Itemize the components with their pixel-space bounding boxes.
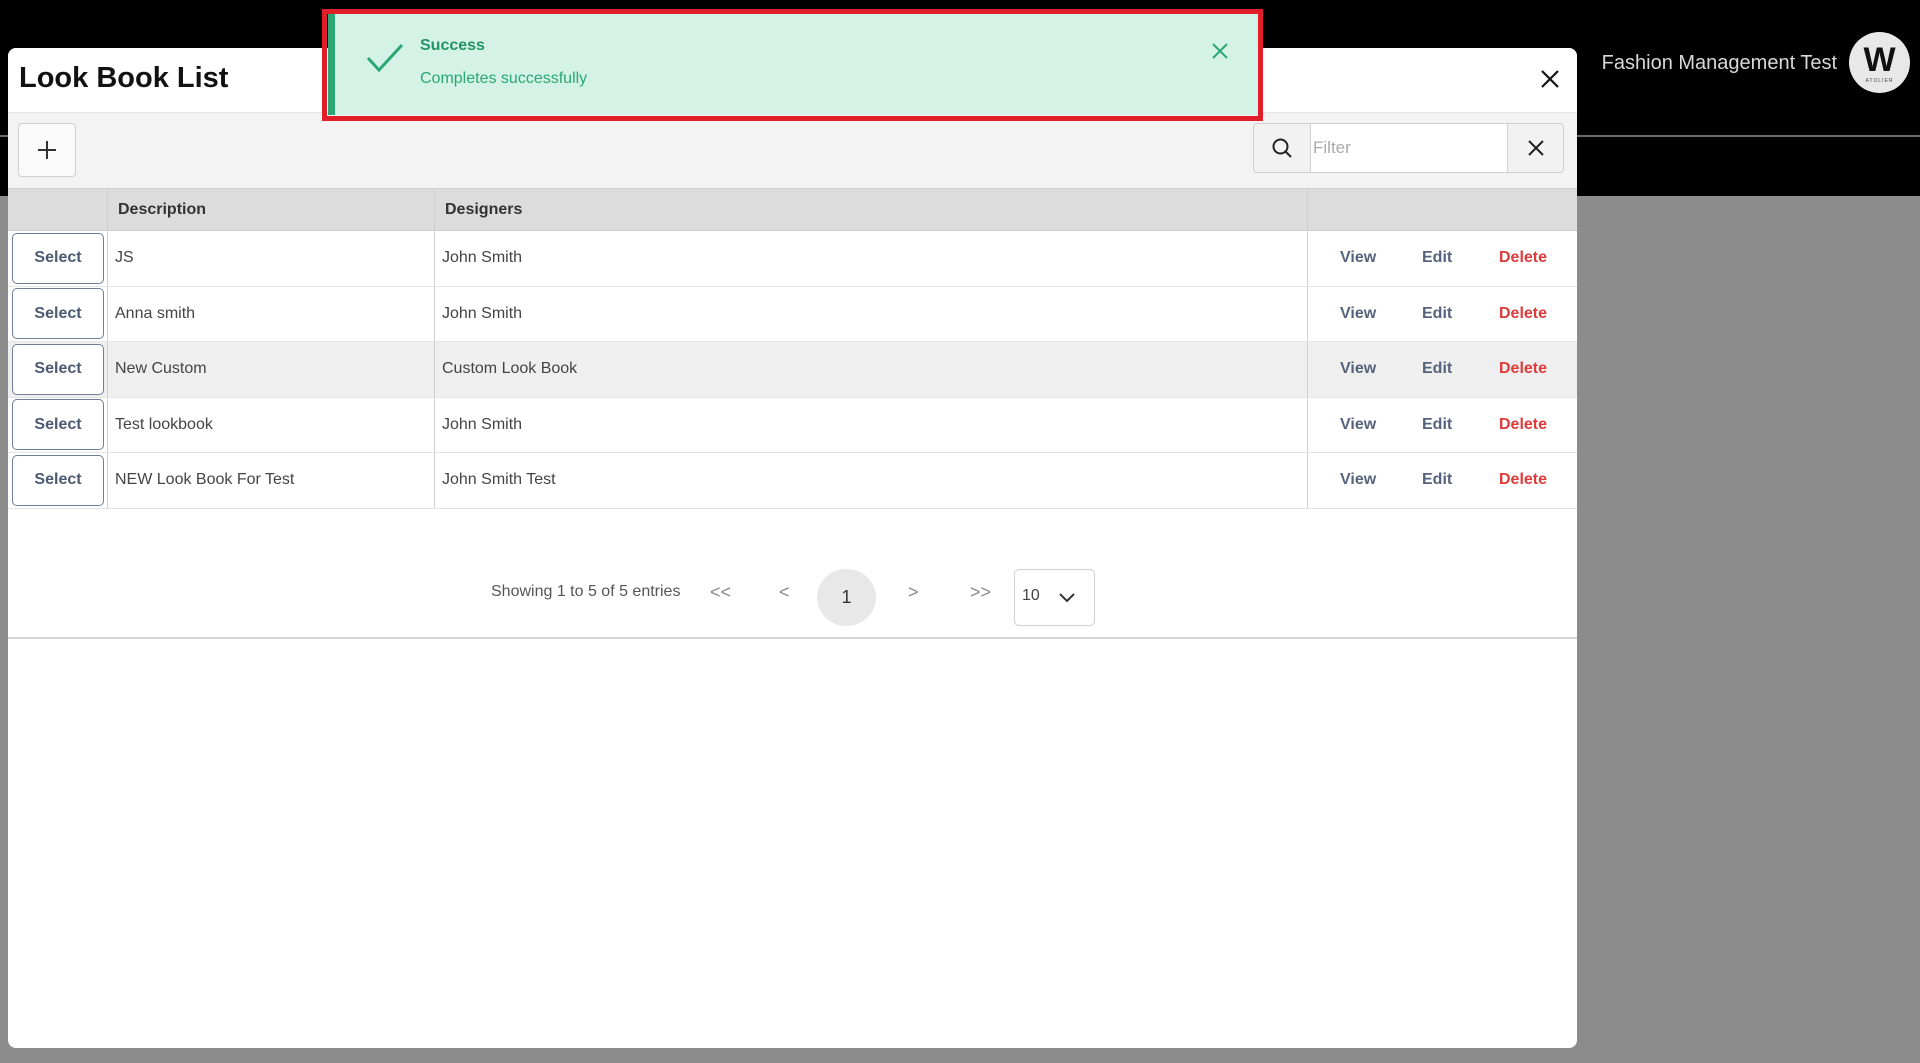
avatar[interactable]: W ATOLIER: [1849, 32, 1910, 93]
chevron-down-icon: [1059, 593, 1075, 603]
avatar-caption: ATOLIER: [1865, 78, 1894, 84]
add-button[interactable]: [18, 123, 76, 177]
clear-filter-button[interactable]: [1507, 123, 1564, 173]
edit-link[interactable]: Edit: [1422, 305, 1452, 323]
edit-link[interactable]: Edit: [1422, 471, 1452, 489]
toast-message: Completes successfully: [420, 70, 588, 87]
plus-icon: [38, 141, 56, 159]
designers-cell: John Smith: [435, 397, 1308, 452]
close-icon[interactable]: [1211, 42, 1229, 60]
look-book-table: Description Designers Select JS John Smi…: [8, 188, 1577, 509]
first-page-button[interactable]: <<: [710, 581, 731, 603]
search-icon: [1272, 138, 1292, 158]
header-description[interactable]: Description: [108, 189, 435, 230]
header-designers[interactable]: Designers: [435, 189, 1308, 230]
description-cell: Test lookbook: [108, 397, 435, 452]
select-button[interactable]: Select: [12, 343, 104, 395]
search-button[interactable]: [1253, 123, 1311, 173]
delete-link[interactable]: Delete: [1499, 305, 1547, 323]
table-row: Select JS John Smith View Edit Delete: [8, 231, 1577, 287]
delete-link[interactable]: Delete: [1499, 416, 1547, 434]
last-page-button[interactable]: >>: [970, 581, 991, 603]
page-size-value: 10: [1022, 587, 1040, 604]
designers-cell: John Smith: [435, 231, 1308, 286]
edit-link[interactable]: Edit: [1422, 249, 1452, 267]
filter-group: [1253, 123, 1564, 173]
prev-page-button[interactable]: <: [779, 581, 790, 603]
toolbar: [8, 112, 1577, 188]
view-link[interactable]: View: [1340, 416, 1376, 434]
page-button-current[interactable]: 1: [817, 569, 876, 626]
check-icon: [366, 43, 404, 73]
description-cell: JS: [108, 231, 435, 286]
user-name: Fashion Management Test: [1601, 52, 1837, 74]
modal-title: Look Book List: [19, 62, 229, 94]
view-link[interactable]: View: [1340, 305, 1376, 323]
delete-link[interactable]: Delete: [1499, 471, 1547, 489]
toast-title: Success: [420, 37, 485, 54]
table-row: Select Test lookbook John Smith View Edit…: [8, 397, 1577, 453]
description-cell: Anna smith: [108, 286, 435, 341]
delete-link[interactable]: Delete: [1499, 360, 1547, 378]
select-button[interactable]: Select: [12, 232, 104, 284]
edit-link[interactable]: Edit: [1422, 360, 1452, 378]
designers-cell: John Smith Test: [435, 453, 1308, 508]
designers-cell: Custom Look Book: [435, 342, 1308, 397]
page-size-select[interactable]: 10: [1014, 569, 1095, 626]
description-cell: NEW Look Book For Test: [108, 453, 435, 508]
table-row: Select Anna smith John Smith View Edit Del…: [8, 286, 1577, 342]
close-icon: [1541, 70, 1559, 88]
table-row: Select NEW Look Book For Test John Smith…: [8, 453, 1577, 509]
edit-link[interactable]: Edit: [1422, 416, 1452, 434]
designers-cell: John Smith: [435, 286, 1308, 341]
select-button[interactable]: Select: [12, 288, 104, 340]
backdrop-overlay: [1578, 196, 1920, 1063]
view-link[interactable]: View: [1340, 471, 1376, 489]
view-link[interactable]: View: [1340, 249, 1376, 267]
header-select: [8, 189, 108, 230]
table-header: Description Designers: [8, 188, 1577, 231]
select-button[interactable]: Select: [12, 399, 104, 451]
pagination-info: Showing 1 to 5 of 5 entries: [491, 583, 681, 600]
next-page-button[interactable]: >: [908, 581, 919, 603]
select-button[interactable]: Select: [12, 454, 104, 506]
look-book-modal: Look Book List Description Designers Sel…: [8, 48, 1577, 1048]
header-actions: [1308, 189, 1577, 230]
table-row: Select New Custom Custom Look Book View E…: [8, 342, 1577, 398]
view-link[interactable]: View: [1340, 360, 1376, 378]
pagination: Showing 1 to 5 of 5 entries << < 1 > >> …: [8, 557, 1577, 639]
description-cell: New Custom: [108, 342, 435, 397]
delete-link[interactable]: Delete: [1499, 249, 1547, 267]
avatar-letter: W: [1863, 41, 1896, 79]
success-toast: Success Completes successfully: [328, 14, 1258, 115]
clear-icon: [1527, 140, 1544, 156]
close-button[interactable]: [1535, 64, 1565, 94]
filter-input[interactable]: [1311, 123, 1507, 173]
